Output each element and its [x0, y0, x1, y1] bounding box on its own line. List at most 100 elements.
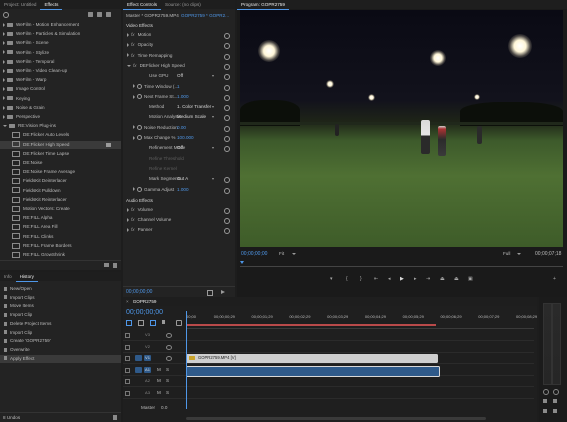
chevron-right-icon[interactable]: [127, 53, 129, 58]
effect-control-row[interactable]: Time Window (... 1: [123, 83, 235, 91]
reset-icon[interactable]: [224, 43, 230, 50]
solo-button[interactable]: S: [166, 367, 169, 372]
effect-control-row[interactable]: fx Opacity: [123, 41, 235, 50]
effect-item[interactable]: RE:FILL GrowShrink: [0, 251, 121, 259]
effect-control-value[interactable]: 1: [177, 83, 180, 91]
playhead-line[interactable]: [186, 311, 187, 409]
source-patch-button[interactable]: [135, 378, 142, 384]
chevron-right-icon[interactable]: [3, 114, 5, 119]
lock-icon[interactable]: [125, 333, 130, 338]
fx-toggle-icon[interactable]: fx: [131, 217, 135, 222]
solo-button[interactable]: S: [166, 378, 169, 383]
tab-history[interactable]: History: [15, 272, 38, 282]
stopwatch-icon[interactable]: [137, 94, 142, 100]
timeline-timecode[interactable]: 00;00;00;00: [126, 309, 163, 316]
effect-folder-item[interactable]: WeFilm - Stylize: [0, 49, 121, 57]
chevron-right-icon[interactable]: [127, 227, 129, 232]
effect-control-row[interactable]: Mark Segments Cut A: [123, 175, 235, 184]
effect-folder-item[interactable]: WeFilm - Scene: [0, 39, 121, 47]
filter-32bit-icon[interactable]: [88, 12, 93, 17]
effect-control-value[interactable]: 1.000: [177, 186, 189, 194]
linked-selection-icon[interactable]: [150, 320, 156, 326]
reset-icon[interactable]: [224, 228, 230, 234]
chevron-right-icon[interactable]: [127, 217, 129, 222]
history-item[interactable]: Import Clips: [0, 294, 121, 302]
lift-icon[interactable]: ⏏: [440, 276, 445, 282]
effect-control-row[interactable]: Gamma Adjust 1.000: [123, 186, 235, 194]
source-patch-button[interactable]: [135, 390, 142, 396]
chevron-down-icon[interactable]: [127, 64, 131, 67]
chevron-right-icon[interactable]: [3, 96, 5, 101]
tool-icon[interactable]: [553, 409, 557, 413]
chevron-right-icon[interactable]: [3, 105, 5, 110]
effect-control-row[interactable]: Method 1. Color Transfer: [123, 103, 235, 112]
effect-item[interactable]: Motion Vectors: Create: [0, 205, 121, 213]
effect-folder-item[interactable]: Keying: [0, 95, 121, 103]
reset-icon[interactable]: [224, 146, 230, 153]
reset-icon[interactable]: [224, 94, 230, 101]
effect-item[interactable]: RE:FILL Alpha: [0, 214, 121, 222]
program-video-frame[interactable]: [240, 10, 563, 247]
fx-toggle-icon[interactable]: fx: [131, 207, 135, 212]
tool-icon[interactable]: [543, 409, 547, 413]
solo-button[interactable]: S: [166, 390, 169, 395]
effect-folder-item[interactable]: Noise & Grain: [0, 104, 121, 112]
fx-toggle-icon[interactable]: fx: [133, 63, 137, 68]
extract-icon[interactable]: ⏏: [454, 276, 459, 282]
delete-icon[interactable]: [113, 263, 117, 268]
track-name[interactable]: V3: [144, 332, 151, 338]
effect-folder-item[interactable]: Perspective: [0, 113, 121, 121]
timeline-track[interactable]: A3 M S: [123, 388, 534, 399]
chevron-right-icon[interactable]: [3, 68, 5, 73]
lock-icon[interactable]: [125, 390, 130, 396]
effect-control-value[interactable]: 1.000: [177, 93, 189, 101]
mute-button[interactable]: M: [157, 390, 161, 395]
history-item[interactable]: Create 'GOPR2759': [0, 337, 121, 345]
history-item[interactable]: Apply Effect: [0, 354, 121, 363]
chevron-down-icon[interactable]: [292, 253, 296, 255]
snap-icon[interactable]: [138, 320, 144, 326]
timeline-scrollbar[interactable]: [186, 417, 486, 420]
master-clip-label[interactable]: Master * GOPR2759.MP4: [126, 12, 179, 20]
reset-icon[interactable]: [224, 136, 230, 142]
program-scrubber[interactable]: [240, 261, 563, 267]
effect-item[interactable]: DE:Noise Frame Average: [0, 168, 121, 176]
solo-left-icon[interactable]: [543, 389, 549, 395]
effect-control-value[interactable]: Cut A: [177, 175, 188, 183]
nest-icon[interactable]: [126, 320, 132, 326]
effect-item[interactable]: RE:FILL Area Fill: [0, 223, 121, 231]
chevron-right-icon[interactable]: [3, 22, 5, 27]
audio-effect-row[interactable]: fx Panner: [123, 226, 235, 234]
effect-folder-item[interactable]: WeFilm - Warp: [0, 76, 121, 84]
source-patch-button[interactable]: [135, 332, 142, 338]
history-item[interactable]: Delete Project Items: [0, 320, 121, 328]
chevron-right-icon[interactable]: [127, 32, 129, 37]
stopwatch-icon[interactable]: [137, 186, 142, 192]
lock-icon[interactable]: [125, 356, 130, 361]
effect-control-row[interactable]: Refine Threshold: [123, 155, 235, 163]
filter-accelerated-icon[interactable]: [106, 12, 111, 17]
chevron-right-icon[interactable]: [127, 207, 129, 212]
tool-icon[interactable]: [553, 399, 557, 403]
effect-folder-item[interactable]: WeFilm - Motion Enhancement: [0, 21, 121, 29]
solo-right-icon[interactable]: [553, 389, 559, 395]
effect-control-value[interactable]: 100.000: [177, 134, 194, 142]
effect-control-row[interactable]: Motion Analysis Medium Scale: [123, 113, 235, 122]
effect-control-row[interactable]: fx Time Remapping: [123, 52, 235, 60]
effect-control-value[interactable]: Medium Scale: [177, 113, 206, 121]
reset-icon[interactable]: [224, 208, 230, 214]
lock-icon[interactable]: [125, 344, 130, 350]
tab-program[interactable]: Program: GOPR2759: [237, 0, 289, 10]
history-item[interactable]: Move Items: [0, 302, 121, 310]
history-item[interactable]: New/Open: [0, 285, 121, 293]
effect-item[interactable]: DE:Noise: [0, 159, 121, 167]
reset-icon[interactable]: [224, 33, 230, 39]
effect-control-row[interactable]: Next Frame St... 1.000: [123, 93, 235, 101]
effect-folder-item[interactable]: RE:Vision Plug-ins: [0, 122, 121, 130]
effect-control-row[interactable]: Noise Reduction 0.00: [123, 124, 235, 132]
timeline-track[interactable]: V2: [123, 342, 534, 353]
track-name[interactable]: A3: [144, 390, 151, 396]
effect-control-value[interactable]: Off: [177, 144, 183, 152]
chevron-down-icon[interactable]: [212, 178, 214, 181]
delete-icon[interactable]: [113, 415, 117, 420]
